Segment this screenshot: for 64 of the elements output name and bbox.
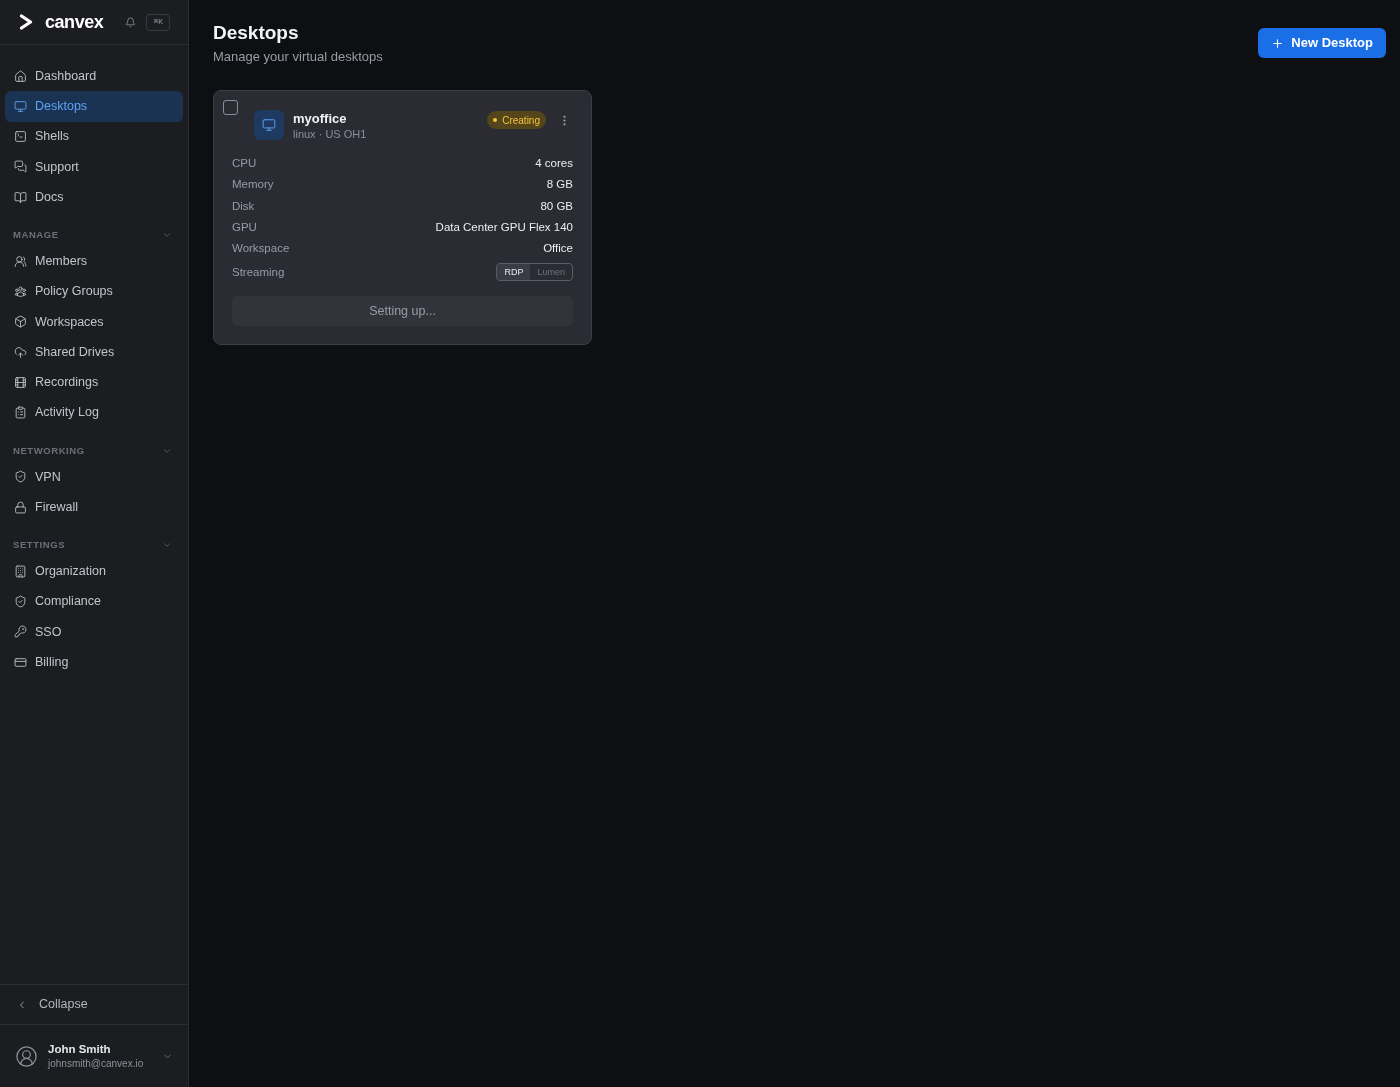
clipboard-icon — [14, 406, 27, 420]
spec-value: 4 cores — [535, 156, 573, 171]
monitor-icon — [14, 99, 27, 113]
cloud-upload-icon — [14, 345, 27, 359]
lock-icon — [14, 500, 27, 514]
sidebar-item[interactable]: Policy Groups — [5, 276, 183, 307]
spec-label: Streaming — [232, 264, 285, 280]
shield-check-icon — [14, 595, 27, 609]
key-icon — [14, 625, 27, 639]
streaming-option[interactable]: RDP — [497, 264, 531, 281]
spec-label: Disk — [232, 198, 255, 214]
brand-name: canvex — [45, 10, 104, 34]
user-email: johnsmith@canvex.io — [48, 1057, 144, 1070]
building-icon — [14, 564, 27, 578]
sidebar-item[interactable]: Dashboard — [5, 61, 183, 92]
shortcut-key[interactable]: ⌘K — [146, 13, 170, 31]
desktop-name: myoffice — [293, 110, 348, 127]
film-icon — [14, 375, 27, 389]
sidebar-item[interactable]: Compliance — [5, 586, 183, 617]
credit-card-icon — [14, 655, 27, 669]
cube-icon — [14, 315, 27, 329]
spec-value: 8 GB — [546, 177, 573, 193]
sidebar-item[interactable]: Activity Log — [5, 397, 183, 428]
spec-label: Workspace — [232, 241, 290, 256]
terminal-icon — [14, 130, 27, 144]
avatar-icon — [15, 1044, 38, 1068]
spec-label: GPU — [232, 219, 257, 235]
sidebar-item[interactable]: VPN — [5, 461, 183, 492]
spec-value: Office — [543, 241, 573, 256]
sidebar-item[interactable]: Docs — [5, 182, 183, 213]
status-label: Creating — [502, 113, 540, 128]
logo-icon — [19, 14, 33, 30]
sidebar-item[interactable]: Billing — [5, 647, 183, 678]
collapse-button[interactable]: Collapse — [5, 989, 183, 1020]
sidebar-item[interactable]: SSO — [5, 616, 183, 647]
sidebar-item[interactable]: Workspaces — [5, 306, 183, 337]
bell-icon[interactable] — [125, 16, 137, 28]
user-name: John Smith — [48, 1042, 112, 1057]
home-icon — [14, 69, 27, 83]
chat-bubbles-icon — [14, 160, 27, 174]
sidebar-item[interactable]: Shared Drives — [5, 337, 183, 368]
user-group-icon — [14, 285, 27, 299]
sidebar-item[interactable]: Recordings — [5, 367, 183, 398]
new-desktop-button[interactable]: New Desktop — [1258, 28, 1386, 58]
page-title: Desktops — [213, 21, 300, 44]
plus-icon — [1271, 36, 1285, 50]
sidebar-item[interactable]: Firewall — [5, 492, 183, 523]
users-icon — [14, 254, 27, 268]
spec-label: Memory — [232, 177, 274, 193]
sidebar-item[interactable]: Members — [5, 246, 183, 277]
select-checkbox[interactable] — [223, 100, 238, 115]
spec-label: CPU — [232, 156, 257, 171]
page-subtitle: Manage your virtual desktops — [213, 48, 383, 65]
desktop-subtitle: linux · US OH1 — [293, 127, 367, 142]
sidebar-item[interactable]: Support — [5, 151, 183, 182]
book-icon — [14, 190, 27, 204]
user-menu[interactable]: John Smith johnsmith@canvex.io — [5, 1032, 183, 1080]
spec-value: Data Center GPU Flex 140 — [435, 219, 573, 235]
sidebar-item[interactable]: Organization — [5, 556, 183, 587]
shield-check-icon — [14, 470, 27, 484]
sidebar-item[interactable]: Desktops — [5, 91, 183, 122]
sidebar-item[interactable]: Shells — [5, 121, 183, 152]
spec-value: 80 GB — [540, 198, 573, 214]
monitor-icon — [254, 110, 284, 140]
